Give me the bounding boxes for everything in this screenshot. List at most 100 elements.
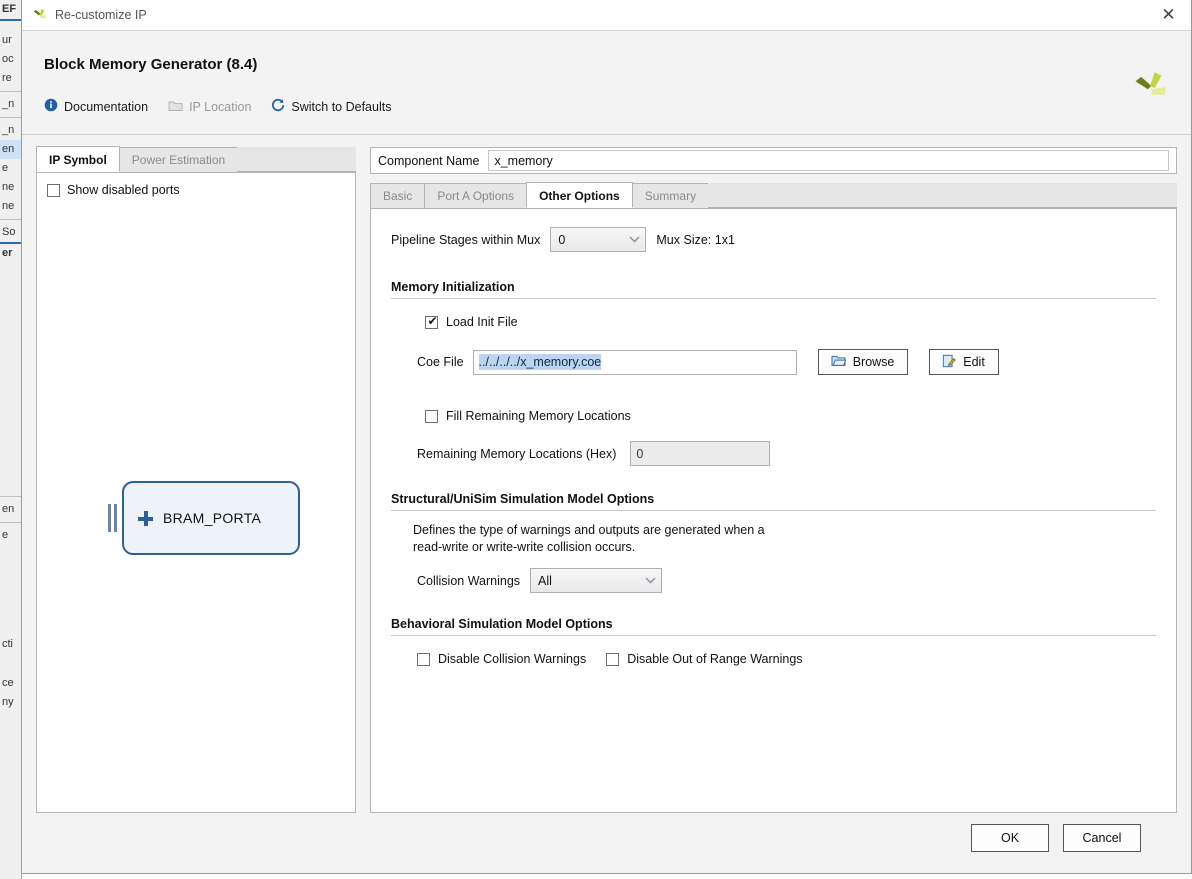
- component-name-input[interactable]: x_memory: [488, 150, 1169, 171]
- other-options-content: Pipeline Stages within Mux 0 Mux Size: 1…: [370, 209, 1177, 813]
- dialog-body: IP Symbol Power Estimation Show disabled…: [22, 135, 1191, 813]
- show-disabled-ports-row[interactable]: Show disabled ports: [37, 173, 355, 197]
- bg-fragment: So: [2, 226, 16, 238]
- tab-ip-symbol[interactable]: IP Symbol: [36, 146, 120, 172]
- cancel-button[interactable]: Cancel: [1063, 824, 1141, 852]
- ip-location-link[interactable]: IP Location: [168, 99, 251, 115]
- info-icon: [44, 98, 58, 115]
- pipeline-stages-row: Pipeline Stages within Mux 0 Mux Size: 1…: [391, 227, 1156, 252]
- bram-porta-symbol[interactable]: BRAM_PORTA: [108, 481, 300, 555]
- bram-porta-label: BRAM_PORTA: [163, 510, 262, 526]
- ok-button[interactable]: OK: [971, 824, 1049, 852]
- browse-button[interactable]: Browse: [817, 349, 908, 375]
- collision-warnings-label: Collision Warnings: [417, 573, 521, 588]
- bg-fragment: e: [2, 529, 9, 541]
- collision-warnings-select[interactable]: All: [530, 568, 663, 593]
- load-init-file-label: Load Init File: [446, 315, 518, 329]
- bg-fragment: ne: [2, 200, 15, 212]
- disable-out-of-range-warnings-label: Disable Out of Range Warnings: [627, 652, 803, 666]
- section-divider: [391, 298, 1156, 299]
- left-tabstrip: IP Symbol Power Estimation: [36, 146, 356, 173]
- memory-initialization-section: Memory Initialization Load Init File Coe…: [391, 280, 1156, 466]
- coe-file-input[interactable]: ../../../../x_memory.coe: [472, 349, 797, 375]
- tab-basic[interactable]: Basic: [370, 183, 426, 208]
- bus-port-icon: [108, 504, 117, 532]
- load-init-file-row[interactable]: Load Init File: [425, 314, 1156, 329]
- close-icon[interactable]: ✕: [1146, 0, 1191, 30]
- folder-open-icon: [831, 354, 846, 370]
- xilinx-logo-icon: [1131, 69, 1167, 108]
- plus-icon[interactable]: [138, 510, 153, 526]
- ip-symbol-panel: IP Symbol Power Estimation Show disabled…: [36, 146, 356, 813]
- recustomize-ip-dialog: Re-customize IP ✕ Block Memory Generator…: [21, 0, 1192, 874]
- remaining-hex-label: Remaining Memory Locations (Hex): [417, 446, 617, 461]
- switch-to-defaults-link[interactable]: Switch to Defaults: [271, 98, 391, 115]
- component-name-row: Component Name x_memory: [370, 147, 1177, 174]
- bg-fragment: er: [2, 247, 13, 259]
- memory-initialization-heading: Memory Initialization: [391, 280, 515, 294]
- tab-summary[interactable]: Summary: [631, 183, 710, 208]
- pipeline-stages-select[interactable]: 0: [550, 227, 647, 252]
- tab-other-options[interactable]: Other Options: [526, 182, 633, 208]
- documentation-link[interactable]: Documentation: [44, 98, 148, 115]
- dialog-titlebar: Re-customize IP ✕: [22, 0, 1191, 31]
- tab-port-a-options[interactable]: Port A Options: [424, 183, 528, 208]
- switch-to-defaults-label: Switch to Defaults: [291, 99, 392, 114]
- bg-fragment: en: [0, 140, 21, 159]
- structural-unisim-section: Structural/UniSim Simulation Model Optio…: [391, 492, 1156, 593]
- bg-fragment: _n: [2, 124, 15, 136]
- show-disabled-ports-label: Show disabled ports: [67, 183, 180, 197]
- bg-fragment: oc: [2, 53, 14, 65]
- disable-out-of-range-warnings-checkbox[interactable]: [606, 652, 620, 666]
- folder-icon: [168, 99, 183, 115]
- load-init-file-checkbox[interactable]: [425, 314, 439, 329]
- bg-fragment: ur: [2, 34, 12, 46]
- section-divider: [391, 510, 1156, 511]
- structural-description-line2: read-write or write-write collision occu…: [413, 540, 636, 554]
- pipeline-stages-value: 0: [558, 232, 566, 247]
- options-tabstrip: Basic Port A Options Other Options Summa…: [370, 182, 1177, 209]
- edit-label: Edit: [963, 355, 985, 369]
- bg-fragment: ce: [2, 677, 14, 689]
- behavioral-section: Behavioral Simulation Model Options Disa…: [391, 617, 1156, 666]
- chevron-down-icon: [639, 577, 661, 584]
- page-title: Block Memory Generator (8.4): [44, 56, 258, 73]
- left-tabstrip-filler: [237, 147, 356, 172]
- structural-heading: Structural/UniSim Simulation Model Optio…: [391, 492, 655, 506]
- section-divider: [391, 635, 1156, 636]
- dialog-header: Block Memory Generator (8.4) Documentati…: [22, 31, 1191, 135]
- refresh-icon: [271, 98, 285, 115]
- edit-page-icon: [942, 354, 956, 371]
- bg-fragment: e: [2, 162, 9, 174]
- bram-porta-block[interactable]: BRAM_PORTA: [122, 481, 300, 555]
- behavioral-heading: Behavioral Simulation Model Options: [391, 617, 613, 631]
- mux-size-label: Mux Size: 1x1: [656, 232, 735, 247]
- edit-button[interactable]: Edit: [928, 349, 999, 375]
- options-tabpane: Basic Port A Options Other Options Summa…: [370, 182, 1177, 813]
- remaining-hex-input[interactable]: 0: [630, 441, 771, 466]
- show-disabled-ports-checkbox[interactable]: [47, 183, 60, 197]
- background-vivado-window: EF ur oc re _n _n en e ne ne So er en e …: [0, 0, 22, 879]
- fill-remaining-row[interactable]: Fill Remaining Memory Locations: [425, 409, 1156, 423]
- structural-description-line1: Defines the type of warnings and outputs…: [413, 523, 765, 537]
- behavioral-checkbox-row: Disable Collision Warnings Disable Out o…: [417, 652, 1156, 666]
- coe-file-label: Coe File: [417, 355, 464, 369]
- bg-fragment: en: [2, 503, 15, 515]
- collision-warnings-row: Collision Warnings All: [417, 568, 1156, 593]
- tab-power-estimation[interactable]: Power Estimation: [118, 147, 239, 172]
- remaining-hex-row: Remaining Memory Locations (Hex) 0: [417, 441, 1156, 466]
- dialog-footer: OK Cancel: [22, 813, 1191, 873]
- coe-file-value: ../../../../x_memory.coe: [478, 354, 602, 370]
- coe-file-row: Coe File ../../../../x_memory.coe Browse…: [417, 349, 1156, 375]
- fill-remaining-label: Fill Remaining Memory Locations: [446, 409, 631, 423]
- bg-fragment: ny: [2, 696, 14, 708]
- symbol-canvas: Show disabled ports BRAM_PORTA: [36, 173, 356, 813]
- disable-collision-warnings-label: Disable Collision Warnings: [438, 652, 587, 666]
- disable-collision-warnings-checkbox[interactable]: [417, 652, 430, 666]
- pipeline-stages-label: Pipeline Stages within Mux: [391, 232, 541, 247]
- fill-remaining-checkbox[interactable]: [425, 409, 438, 423]
- dialog-title: Re-customize IP: [55, 8, 147, 22]
- documentation-label: Documentation: [64, 99, 149, 114]
- xilinx-logo-icon: [31, 7, 47, 23]
- component-name-label: Component Name: [378, 153, 480, 168]
